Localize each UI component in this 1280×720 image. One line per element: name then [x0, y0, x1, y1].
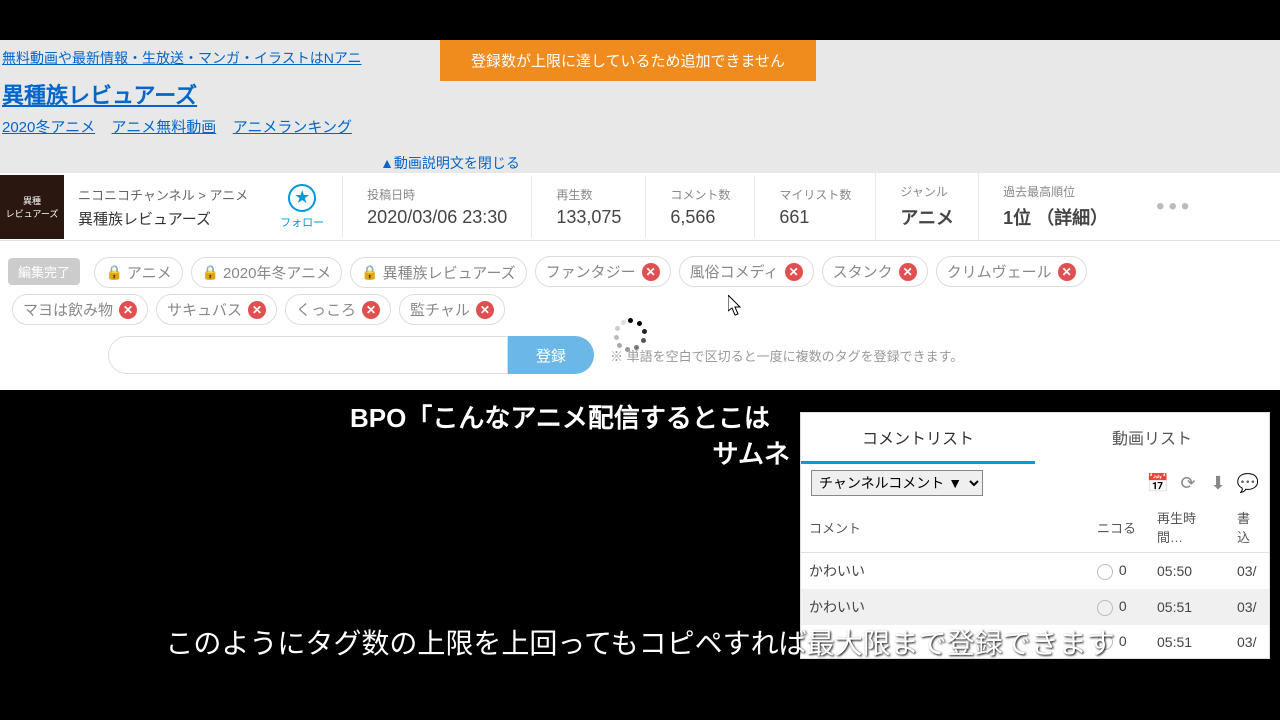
loading-spinner [614, 318, 648, 352]
top-nav-link[interactable]: 無料動画や最新情報・生放送・マンガ・イラストはNアニ [0, 44, 364, 72]
tag-register-button[interactable]: 登録 [508, 336, 594, 374]
tags-area: 編集完了 🔒アニメ 🔒2020年冬アニメ🔒異種族レビュアーズファンタジー✕ 風俗コメ… [0, 241, 1280, 390]
remove-tag-icon[interactable]: ✕ [362, 301, 380, 319]
error-toast: 登録数が上限に達しているため追加できません [440, 40, 816, 81]
chat-icon[interactable]: 💬 [1237, 472, 1259, 494]
remove-tag-icon[interactable]: ✕ [899, 263, 917, 281]
comment-row[interactable]: かわいい 005:5003/ [801, 553, 1269, 590]
tag-removable[interactable]: 監チャル✕ [399, 294, 505, 325]
tag-removable[interactable]: スタンク✕ [822, 256, 928, 287]
lock-icon: 🔒 [105, 264, 122, 281]
comment-row[interactable]: かわいい 005:5103/ [801, 589, 1269, 625]
video-overlay-text-2: サムネ [713, 434, 790, 471]
lock-icon: 🔒 [361, 264, 378, 281]
comment-filter-select[interactable]: チャンネルコメント ▼ [811, 470, 983, 496]
tag-locked[interactable]: 🔒異種族レビュアーズ [350, 257, 527, 288]
refresh-icon[interactable]: ⟳ [1177, 472, 1199, 494]
tag-removable[interactable]: サキュバス✕ [156, 294, 277, 325]
more-icon[interactable]: ••• [1132, 193, 1217, 221]
tag-removable[interactable]: くっころ✕ [285, 294, 391, 325]
tag-removable[interactable]: 風俗コメディ✕ [679, 256, 814, 287]
cat-link-0[interactable]: 2020冬アニメ [2, 119, 95, 136]
tab-video-list[interactable]: 動画リスト [1035, 413, 1269, 464]
remove-tag-icon[interactable]: ✕ [785, 263, 803, 281]
channel-thumbnail[interactable]: 異種レビュアーズ [0, 175, 64, 239]
tag-locked[interactable]: 🔒2020年冬アニメ [191, 257, 343, 288]
mouse-cursor [728, 295, 744, 322]
star-icon: ★ [288, 184, 316, 212]
tag-input[interactable] [108, 336, 508, 374]
remove-tag-icon[interactable]: ✕ [248, 301, 266, 319]
cat-link-1[interactable]: アニメ無料動画 [112, 119, 217, 136]
remove-tag-icon[interactable]: ✕ [476, 301, 494, 319]
remove-tag-icon[interactable]: ✕ [642, 263, 660, 281]
calendar-icon[interactable]: 📅 [1147, 472, 1169, 494]
video-subtitle: このようにタグ数の上限を上回ってもコピペすれば最大限まで登録できます [0, 622, 1280, 662]
close-description-link[interactable]: ▲動画説明文を閉じる [0, 153, 1280, 173]
lock-icon: 🔒 [202, 264, 219, 281]
tag-locked[interactable]: 🔒アニメ [94, 257, 182, 288]
tag-removable[interactable]: クリムヴェール✕ [936, 256, 1087, 287]
download-icon[interactable]: ⬇ [1207, 472, 1229, 494]
cat-link-2[interactable]: アニメランキング [233, 119, 352, 136]
breadcrumb: ニコニコチャンネル > アニメ 異種族レビュアーズ [64, 177, 262, 237]
video-overlay-text-1: BPO「こんなアニメ配信するとこは [350, 398, 770, 435]
category-links: 2020冬アニメ アニメ無料動画 アニメランキング [0, 112, 1280, 149]
follow-button[interactable]: ★ フォロー [262, 180, 342, 234]
edit-done-button[interactable]: 編集完了 [8, 258, 80, 285]
remove-tag-icon[interactable]: ✕ [119, 301, 137, 319]
tag-removable[interactable]: ファンタジー✕ [535, 256, 671, 287]
info-bar: 異種レビュアーズ ニコニコチャンネル > アニメ 異種族レビュアーズ ★ フォロ… [0, 173, 1280, 241]
tab-comment-list[interactable]: コメントリスト [801, 413, 1035, 464]
remove-tag-icon[interactable]: ✕ [1058, 263, 1076, 281]
tag-hint: ※ 単語を空白で区切ると一度に複数のタグを登録できます。 [610, 346, 963, 365]
tag-removable[interactable]: マヨは飲み物✕ [12, 294, 148, 325]
